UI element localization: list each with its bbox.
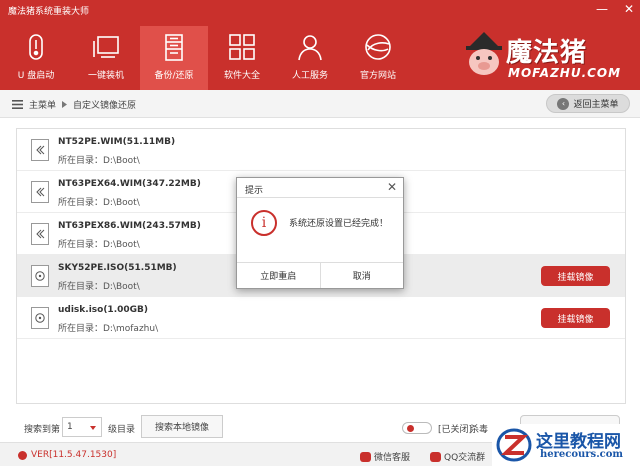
image-path: 所在目录：D:\Boot\ bbox=[58, 282, 140, 292]
dialog-close-icon[interactable]: ✕ bbox=[387, 180, 397, 194]
nav-label: U 盘启动 bbox=[17, 71, 55, 81]
menu-icon bbox=[12, 100, 23, 109]
mount-image-button[interactable]: 挂载镜像 bbox=[541, 308, 610, 328]
nav-official-site[interactable]: 官方网站 bbox=[344, 26, 412, 90]
nav-manual-service[interactable]: 人工服务 bbox=[276, 26, 344, 90]
image-name: udisk.iso(1.00GB) bbox=[58, 305, 148, 315]
search-depth-label: 搜索到第 bbox=[24, 425, 61, 435]
close-window-button[interactable]: ✕ bbox=[624, 2, 634, 16]
image-name: NT63PEX64.WIM(347.22MB) bbox=[58, 179, 201, 189]
dialog-titlebar: 提示 ✕ bbox=[237, 178, 403, 198]
nav-label: 软件大全 bbox=[223, 71, 260, 81]
wim-file-icon bbox=[31, 139, 49, 161]
nav-backup-restore[interactable]: 备份/还原 bbox=[140, 26, 208, 90]
image-name: NT63PEX86.WIM(243.57MB) bbox=[58, 221, 201, 231]
breadcrumb-current: 自定义镜像还原 bbox=[73, 101, 137, 111]
nav-label: 一键装机 bbox=[87, 71, 124, 81]
version-info: VER[11.5.47.1530] bbox=[18, 450, 116, 460]
app-header: 魔法猪系统重装大师 — ✕ U 盘启动 一键装机 备份/还原 软件大全 人工服务… bbox=[0, 0, 640, 90]
dropdown-arrow-icon bbox=[90, 426, 96, 430]
usb-icon bbox=[29, 34, 43, 60]
image-name: SKY52PE.ISO(51.51MB) bbox=[58, 263, 177, 273]
directory-level-value: 1 bbox=[67, 422, 73, 432]
directory-level-suffix: 级目录 bbox=[108, 425, 136, 435]
minimize-button[interactable]: — bbox=[596, 2, 608, 16]
qq-group-link[interactable]: QQ交流群 bbox=[430, 450, 485, 463]
nav-usb-boot[interactable]: U 盘启动 bbox=[0, 26, 72, 90]
breadcrumb-bar: 主菜单 自定义镜像还原 ‹ 返回主菜单 bbox=[0, 90, 640, 118]
dialog-buttons: 立即重启 取消 bbox=[237, 262, 403, 288]
nav-one-click-install[interactable]: 一键装机 bbox=[72, 26, 140, 90]
wechat-label: 微信客服 bbox=[374, 453, 411, 463]
back-arrow-icon: ‹ bbox=[557, 97, 570, 110]
directory-level-select[interactable]: 1 bbox=[62, 417, 102, 437]
apps-grid-icon bbox=[229, 34, 255, 60]
app-title: 魔法猪系统重装大师 bbox=[8, 7, 90, 17]
iso-disc-icon bbox=[31, 307, 49, 329]
pig-mascot-icon bbox=[466, 32, 502, 75]
wim-file-icon bbox=[31, 223, 49, 245]
iso-disc-icon bbox=[31, 265, 49, 287]
restart-now-button[interactable]: 立即重启 bbox=[237, 263, 320, 288]
image-path: 所在目录：D:\Boot\ bbox=[58, 240, 140, 250]
info-icon: i bbox=[251, 210, 277, 236]
antivirus-label: 杀毒 bbox=[470, 425, 489, 435]
version-text: VER[11.5.47.1530] bbox=[31, 450, 117, 460]
breadcrumb-arrow-icon bbox=[62, 101, 68, 108]
brand-logo: 魔法猪 MOFAZHU.COM bbox=[462, 26, 632, 86]
wechat-icon bbox=[360, 451, 371, 462]
dialog-title: 提示 bbox=[245, 186, 264, 196]
back-to-main-button[interactable]: ‹ 返回主菜单 bbox=[546, 94, 630, 113]
search-local-images-button[interactable]: 搜索本地镜像 bbox=[141, 415, 223, 438]
breadcrumb-home[interactable]: 主菜单 bbox=[29, 98, 56, 111]
main-nav: U 盘启动 一键装机 备份/还原 软件大全 人工服务 官方网站 bbox=[0, 26, 412, 90]
back-button-label: 返回主菜单 bbox=[573, 100, 619, 110]
antivirus-toggle[interactable] bbox=[402, 422, 432, 434]
image-row[interactable]: udisk.iso(1.00GB) 所在目录：D:\mofazhu\ 挂载镜像 bbox=[17, 297, 625, 339]
cancel-button[interactable]: 取消 bbox=[319, 263, 404, 288]
image-name: NT52PE.WIM(51.11MB) bbox=[58, 137, 176, 147]
image-path: 所在目录：D:\Boot\ bbox=[58, 198, 140, 208]
logo-text: 魔法猪 bbox=[506, 38, 588, 68]
toggle-knob bbox=[407, 425, 414, 432]
globe-icon bbox=[365, 34, 391, 60]
image-row[interactable]: NT52PE.WIM(51.11MB) 所在目录：D:\Boot\ bbox=[17, 129, 625, 171]
window-controls: — ✕ bbox=[596, 2, 634, 16]
wim-file-icon bbox=[31, 181, 49, 203]
completion-dialog: 提示 ✕ i 系统还原设置已经完成！ 立即重启 取消 bbox=[236, 177, 404, 289]
nav-software[interactable]: 软件大全 bbox=[208, 26, 276, 90]
watermark-logo-icon bbox=[496, 428, 532, 462]
site-watermark: 这里教程网 herecours.com bbox=[492, 424, 640, 466]
watermark-url: herecours.com bbox=[540, 449, 624, 460]
person-icon bbox=[298, 35, 322, 61]
image-path: 所在目录：D:\mofazhu\ bbox=[58, 324, 159, 334]
mount-image-button[interactable]: 挂载镜像 bbox=[541, 266, 610, 286]
wechat-support-link[interactable]: 微信客服 bbox=[360, 450, 410, 463]
logo-domain: MOFAZHU.COM bbox=[508, 66, 622, 80]
qq-icon bbox=[430, 451, 441, 462]
toggle-state-label: [已关闭] bbox=[438, 425, 473, 435]
qq-label: QQ交流群 bbox=[444, 453, 486, 463]
monitor-icon bbox=[93, 36, 119, 58]
nav-label: 官方网站 bbox=[359, 71, 396, 81]
backup-icon bbox=[165, 34, 183, 61]
version-icon bbox=[18, 450, 27, 460]
dialog-message: 系统还原设置已经完成！ bbox=[289, 219, 389, 229]
breadcrumb: 主菜单 自定义镜像还原 bbox=[12, 98, 136, 111]
image-path: 所在目录：D:\Boot\ bbox=[58, 156, 140, 166]
nav-label: 人工服务 bbox=[291, 71, 328, 81]
nav-label: 备份/还原 bbox=[154, 71, 194, 81]
